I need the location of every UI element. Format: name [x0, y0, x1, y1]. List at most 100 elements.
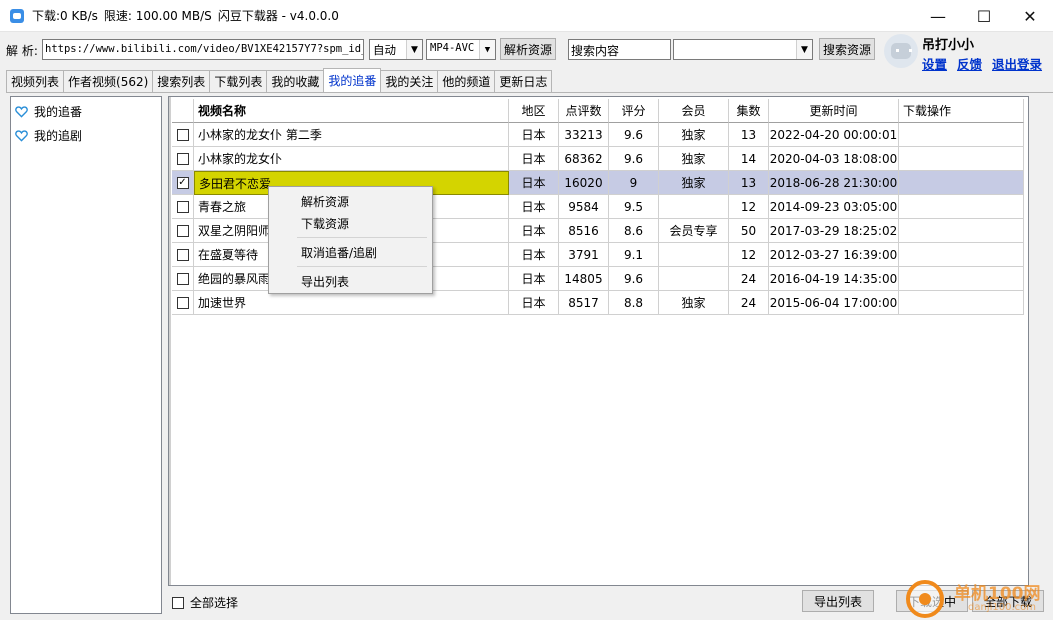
- cell-updated: 2016-04-19 14:35:00: [769, 267, 899, 291]
- row-checkbox[interactable]: [176, 200, 189, 213]
- format-value: MP4-AVC: [430, 42, 475, 54]
- table-row[interactable]: 小林家的龙女仆 第二季 日本 33213 9.6 独家 13 2022-04-20 00:0…: [172, 123, 1024, 147]
- row-checkbox-cell[interactable]: [172, 147, 194, 171]
- tab-my-follows[interactable]: 我的关注: [380, 70, 439, 92]
- row-checkbox-cell[interactable]: [172, 123, 194, 147]
- select-all-label: 全部选择: [190, 596, 239, 610]
- row-checkbox-cell[interactable]: [172, 291, 194, 315]
- category-item-drama[interactable]: 我的追剧: [15, 125, 82, 145]
- format-select[interactable]: MP4-AVC ▼: [426, 39, 496, 60]
- cell-comments: 9584: [559, 195, 609, 219]
- logout-link[interactable]: 退出登录: [992, 54, 1042, 73]
- menu-item-download[interactable]: 下载资源: [301, 215, 349, 232]
- menu-item-export[interactable]: 导出列表: [301, 273, 349, 290]
- anime-table: 视频名称 地区 点评数 评分 会员 集数 更新时间 下载操作 小林家的龙女仆 第…: [168, 96, 1029, 586]
- header-checkbox-col: [172, 99, 194, 123]
- cell-region: 日本: [509, 243, 559, 267]
- tab-download-list[interactable]: 下载列表: [209, 70, 268, 92]
- select-all-checkbox[interactable]: 全部选择: [172, 594, 238, 611]
- cell-episodes: 24: [729, 267, 769, 291]
- tab-my-favorites[interactable]: 我的收藏: [266, 70, 325, 92]
- url-input[interactable]: https://www.bilibili.com/video/BV1XE4215…: [42, 39, 364, 60]
- limit-speed: 限速: 100.00 MB/S: [103, 9, 212, 23]
- settings-link[interactable]: 设置: [922, 54, 947, 73]
- row-checkbox-cell[interactable]: [172, 195, 194, 219]
- cell-updated: 2012-03-27 16:39:00: [769, 243, 899, 267]
- cell-comments: 68362: [559, 147, 609, 171]
- row-checkbox[interactable]: [176, 272, 189, 285]
- cell-region: 日本: [509, 171, 559, 195]
- cell-action: [899, 243, 1024, 267]
- app-icon: [10, 8, 24, 23]
- feedback-link[interactable]: 反馈: [957, 54, 982, 73]
- header-name[interactable]: 视频名称: [194, 99, 509, 123]
- cell-region: 日本: [509, 291, 559, 315]
- cell-comments: 8517: [559, 291, 609, 315]
- table-row[interactable]: 加速世界 日本 8517 8.8 独家 24 2015-06-04 17:00:00: [172, 291, 1024, 315]
- cell-member: 会员专享: [659, 219, 729, 243]
- cell-rating: 9.6: [609, 147, 659, 171]
- header-region[interactable]: 地区: [509, 99, 559, 123]
- cell-episodes: 13: [729, 123, 769, 147]
- tab-changelog[interactable]: 更新日志: [494, 70, 553, 92]
- header-updated[interactable]: 更新时间: [769, 99, 899, 123]
- cell-comments: 3791: [559, 243, 609, 267]
- tab-video-list[interactable]: 视频列表: [6, 70, 65, 92]
- category-item-anime[interactable]: 我的追番: [15, 101, 82, 121]
- cell-member: [659, 267, 729, 291]
- row-checkbox-cell[interactable]: [172, 219, 194, 243]
- header-comments[interactable]: 点评数: [559, 99, 609, 123]
- search-input[interactable]: 搜索内容: [568, 39, 671, 60]
- menu-separator: [297, 266, 427, 267]
- cell-action: [899, 123, 1024, 147]
- cell-comments: 14805: [559, 267, 609, 291]
- header-episodes[interactable]: 集数: [729, 99, 769, 123]
- category-item-label: 我的追番: [34, 104, 83, 119]
- maximize-button[interactable]: ☐: [961, 0, 1007, 32]
- row-checkbox[interactable]: [176, 296, 189, 309]
- cell-comments: 8516: [559, 219, 609, 243]
- chevron-down-icon: ▼: [796, 40, 812, 59]
- search-type-select[interactable]: ▼: [673, 39, 813, 60]
- cell-member: [659, 243, 729, 267]
- close-button[interactable]: ✕: [1007, 0, 1053, 32]
- export-list-button[interactable]: 导出列表: [802, 590, 874, 612]
- watermark: 单机100网 danji100.com: [906, 578, 1053, 620]
- row-checkbox-cell[interactable]: [172, 243, 194, 267]
- minimize-button[interactable]: —: [915, 0, 961, 32]
- row-checkbox[interactable]: [176, 224, 189, 237]
- cell-episodes: 12: [729, 195, 769, 219]
- cell-rating: 9: [609, 171, 659, 195]
- search-button[interactable]: 搜索资源: [819, 38, 875, 60]
- avatar[interactable]: [884, 34, 918, 68]
- header-action[interactable]: 下载操作: [899, 99, 1024, 123]
- cell-action: [899, 219, 1024, 243]
- tab-my-following-anime[interactable]: 我的追番: [323, 68, 382, 92]
- download-speed: 下载:0 KB/s: [32, 9, 98, 23]
- tab-author-videos[interactable]: 作者视频(562): [63, 70, 154, 92]
- header-rating[interactable]: 评分: [609, 99, 659, 123]
- table-row[interactable]: 小林家的龙女仆 日本 68362 9.6 独家 14 2020-04-03 18:08:00: [172, 147, 1024, 171]
- cell-action: [899, 147, 1024, 171]
- parse-button[interactable]: 解析资源: [500, 38, 556, 60]
- row-checkbox-cell[interactable]: [172, 267, 194, 291]
- menu-item-parse[interactable]: 解析资源: [301, 193, 349, 210]
- app-title: 闪豆下载器 - v4.0.0.0: [217, 9, 339, 23]
- row-checkbox[interactable]: [176, 152, 189, 165]
- row-checkbox[interactable]: [176, 128, 189, 141]
- cell-updated: 2015-06-04 17:00:00: [769, 291, 899, 315]
- tab-search-list[interactable]: 搜索列表: [152, 70, 211, 92]
- cell-action: [899, 195, 1024, 219]
- menu-item-unfollow[interactable]: 取消追番/追剧: [301, 244, 377, 261]
- watermark-logo-icon: [906, 580, 944, 618]
- tab-bar: 视频列表 作者视频(562) 搜索列表 下载列表 我的收藏 我的追番 我的关注 …: [6, 68, 553, 92]
- row-checkbox[interactable]: [176, 248, 189, 261]
- row-checkbox[interactable]: ✓: [176, 176, 189, 189]
- cell-rating: 9.6: [609, 123, 659, 147]
- header-member[interactable]: 会员: [659, 99, 729, 123]
- quality-select[interactable]: 自动 ▼: [369, 39, 423, 60]
- row-checkbox-cell[interactable]: ✓: [172, 171, 194, 195]
- cell-region: 日本: [509, 147, 559, 171]
- title-bar: 下载:0 KB/s 限速: 100.00 MB/S 闪豆下载器 - v4.0.0…: [0, 0, 1053, 32]
- tab-his-channel[interactable]: 他的频道: [437, 70, 496, 92]
